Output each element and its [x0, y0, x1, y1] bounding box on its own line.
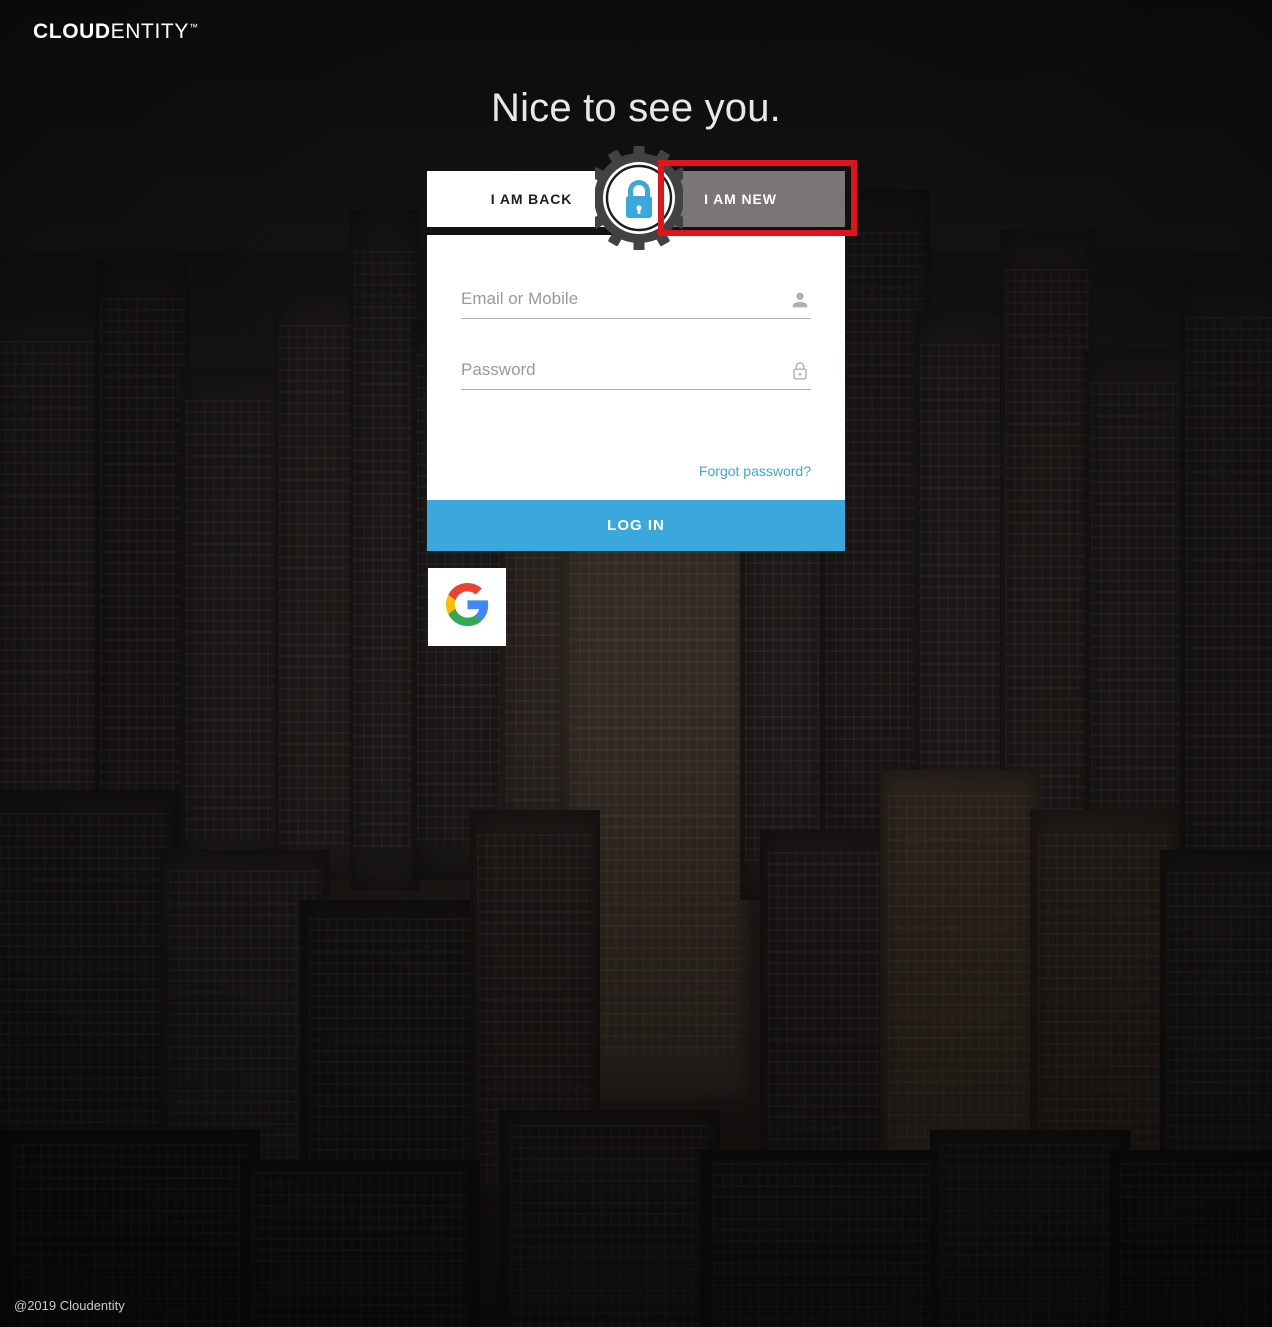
- person-icon: [789, 289, 811, 313]
- page-title: Nice to see you.: [490, 86, 782, 130]
- email-field-row: [461, 283, 811, 319]
- tab-i-am-back-label: I AM BACK: [490, 191, 573, 207]
- login-card: Forgot password?: [427, 235, 845, 500]
- password-field-row: [461, 354, 811, 390]
- footer-copyright: @2019 Cloudentity: [14, 1298, 125, 1313]
- brand-logo: CLOUDENTITY™: [33, 20, 199, 44]
- google-signin-button[interactable]: [428, 568, 506, 646]
- gear-lock-icon: [586, 145, 692, 251]
- password-input[interactable]: [461, 354, 781, 389]
- login-button[interactable]: LOG IN: [427, 500, 845, 551]
- tab-i-am-new-label: I AM NEW: [704, 191, 777, 207]
- login-page: CLOUDENTITY™ Nice to see you. I AM BACK …: [0, 0, 1272, 1327]
- brand-name-bold: CLOUD: [33, 20, 111, 43]
- lock-icon: [789, 360, 811, 384]
- brand-name-light: ENTITY: [110, 20, 189, 43]
- trademark-symbol: ™: [188, 22, 199, 32]
- google-icon: [444, 581, 491, 633]
- forgot-password-link[interactable]: Forgot password?: [699, 463, 811, 479]
- email-input[interactable]: [461, 283, 781, 318]
